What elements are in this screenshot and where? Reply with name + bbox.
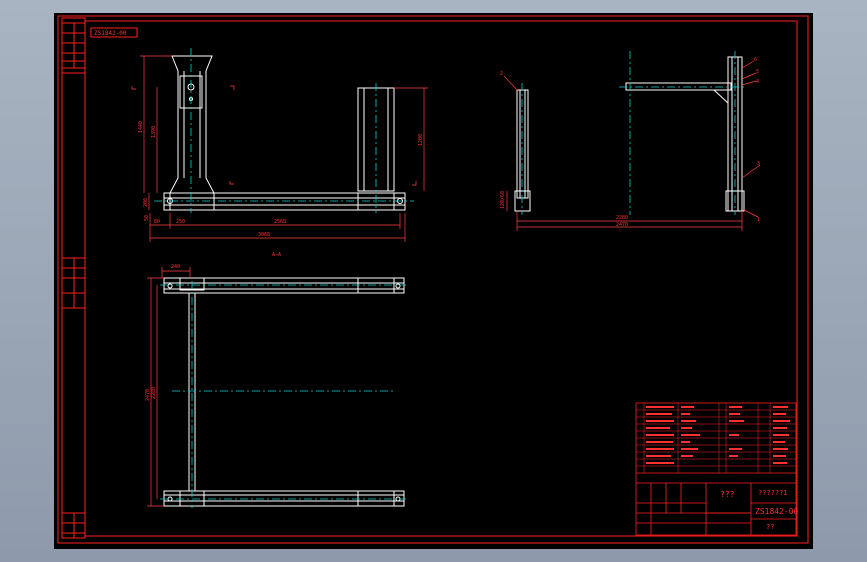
title-block: ??? ??????1 ZS1842-00 ?? <box>635 402 799 536</box>
leader-4: 4 <box>756 79 759 85</box>
sheet-border <box>57 15 809 544</box>
leader-6: 6 <box>754 57 757 63</box>
dim-inner-span: 2568 <box>274 219 286 225</box>
leader-2: 2 <box>500 71 503 77</box>
dim-height-total: 1440 <box>138 121 144 133</box>
code-box-text: ZS1842-00 <box>94 30 127 37</box>
side-view: 2280 2470 120/60 2 6 5 4 3 1 <box>500 51 761 231</box>
dim-side-inner: 2280 <box>616 215 628 221</box>
drawing-number: ZS1842-00 <box>755 507 799 516</box>
dim-left-offset: 250 <box>176 219 185 225</box>
dim-side-total: 2470 <box>616 222 628 228</box>
leader-5: 5 <box>756 69 759 75</box>
dim-overall-width: 3068 <box>258 232 270 238</box>
dim-side-base: 120/60 <box>500 191 506 209</box>
dim-base-h: 200 <box>143 198 149 207</box>
drawing-name: ??????1 <box>758 489 788 497</box>
engineering-drawing: ZS1842-00 1440 1390 1200 200 50 250 2568… <box>57 15 809 544</box>
leader-1: 1 <box>757 217 760 223</box>
cad-viewport[interactable]: ZS1842-00 1440 1390 1200 200 50 250 2568… <box>54 13 813 549</box>
dim-plan-top: 240 <box>171 264 180 270</box>
dim-base-side: 80 <box>154 219 160 225</box>
plan-view: 240 2470 2280 <box>145 264 406 508</box>
dim-small: 50 <box>144 215 150 221</box>
leader-3: 3 <box>757 161 760 167</box>
section-label: A—A <box>272 252 281 258</box>
front-view: 1440 1390 1200 200 50 250 2568 3068 80 <box>131 48 428 242</box>
dim-height-inner: 1390 <box>151 126 157 138</box>
material-label: ?? <box>766 523 774 531</box>
dim-plan-inner: 2280 <box>151 387 157 399</box>
designation-label: ??? <box>720 490 735 499</box>
dim-right-height: 1200 <box>418 134 424 146</box>
